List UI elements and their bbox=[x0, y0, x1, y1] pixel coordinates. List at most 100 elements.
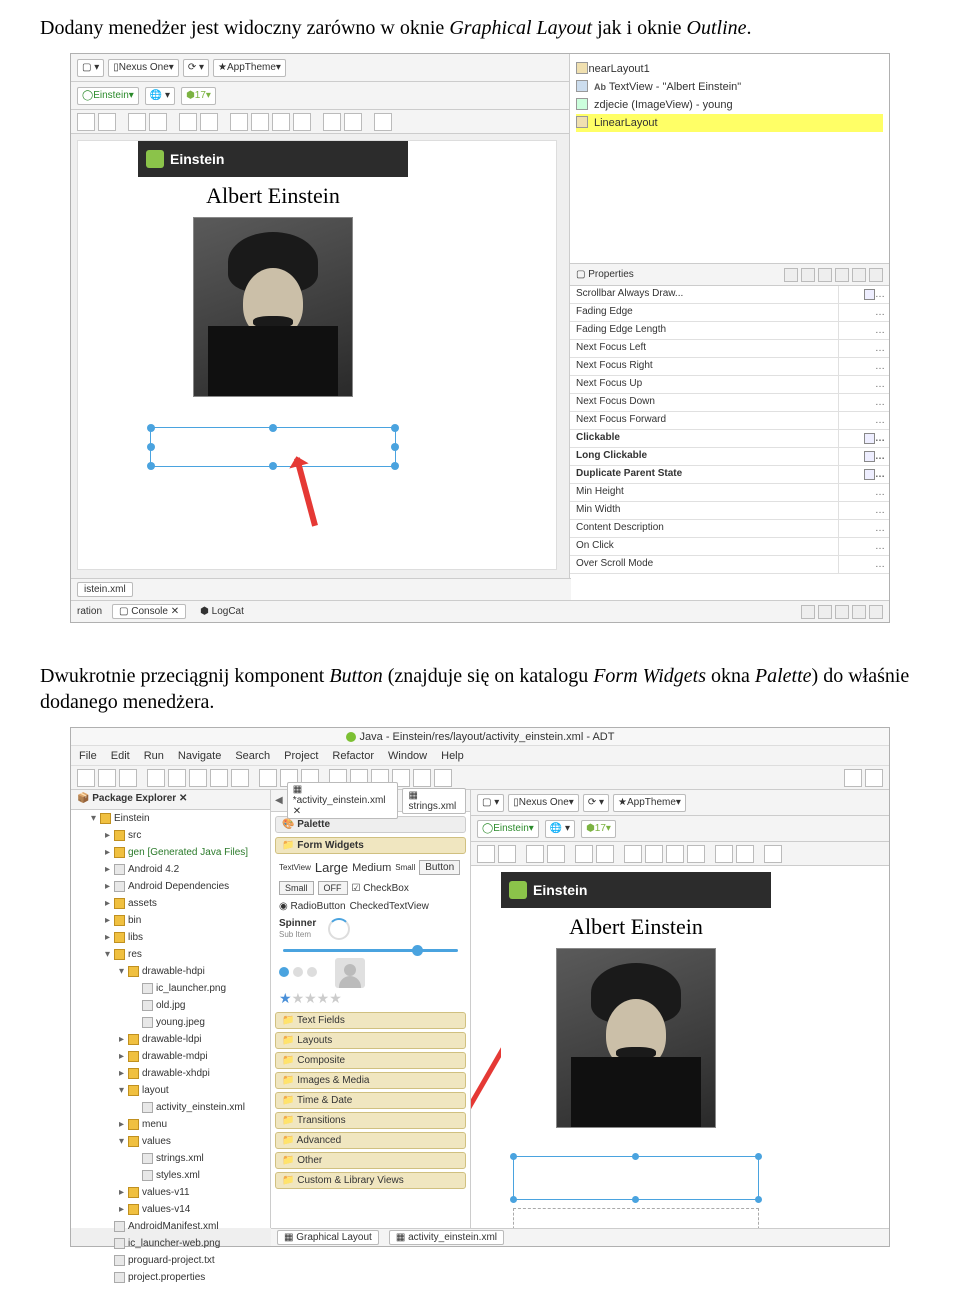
layout-icon[interactable] bbox=[149, 113, 167, 131]
property-row[interactable]: Over Scroll Mode… bbox=[570, 556, 889, 574]
palette-widget[interactable]: Medium bbox=[352, 862, 391, 874]
tree-item[interactable]: ▾values bbox=[71, 1133, 270, 1150]
tree-item[interactable]: ▸values-v11 bbox=[71, 1184, 270, 1201]
layout-icon[interactable] bbox=[77, 113, 95, 131]
tree-item[interactable]: ▸assets bbox=[71, 895, 270, 912]
tree-item[interactable]: ▸drawable-xhdpi bbox=[71, 1065, 270, 1082]
drop-zone[interactable] bbox=[513, 1208, 759, 1228]
menu-item[interactable]: Project bbox=[284, 750, 318, 762]
menu-item[interactable]: Edit bbox=[111, 750, 130, 762]
tree-item[interactable]: ▸gen [Generated Java Files] bbox=[71, 844, 270, 861]
console-icon[interactable] bbox=[869, 605, 883, 619]
layout-icon[interactable] bbox=[596, 845, 614, 863]
layout-icon[interactable] bbox=[128, 113, 146, 131]
layout-icon[interactable] bbox=[477, 845, 495, 863]
xml-tab[interactable]: ▦ activity_einstein.xml bbox=[389, 1230, 504, 1245]
property-row[interactable]: On Click… bbox=[570, 538, 889, 556]
tree-item[interactable]: ▸libs bbox=[71, 929, 270, 946]
palette-category[interactable]: 📁 Layouts bbox=[275, 1032, 466, 1049]
property-row[interactable]: Next Focus Left… bbox=[570, 340, 889, 358]
tree-item[interactable]: strings.xml bbox=[71, 1150, 270, 1167]
property-row[interactable]: Content Description… bbox=[570, 520, 889, 538]
layout-icon[interactable] bbox=[666, 845, 684, 863]
palette-category[interactable]: 📁 Transitions bbox=[275, 1112, 466, 1129]
toolbar-icon[interactable] bbox=[865, 769, 883, 787]
prop-tool-icon[interactable] bbox=[835, 268, 849, 282]
tree-item[interactable]: ▾drawable-hdpi bbox=[71, 963, 270, 980]
property-row[interactable]: Min Width… bbox=[570, 502, 889, 520]
toolbar-icon[interactable] bbox=[210, 769, 228, 787]
tree-item[interactable]: ▸bin bbox=[71, 912, 270, 929]
editor-tab[interactable]: istein.xml bbox=[77, 582, 133, 597]
layout-icon[interactable] bbox=[575, 845, 593, 863]
menu-item[interactable]: Window bbox=[388, 750, 427, 762]
layout-icon[interactable] bbox=[736, 845, 754, 863]
layout-icon[interactable] bbox=[200, 113, 218, 131]
layout-icon[interactable] bbox=[374, 113, 392, 131]
selected-linearlayout[interactable] bbox=[150, 427, 396, 467]
prop-tool-icon[interactable] bbox=[852, 268, 866, 282]
layout-icon[interactable] bbox=[251, 113, 269, 131]
toolbar-icon[interactable] bbox=[147, 769, 165, 787]
console-tab[interactable]: ▢ Console ✕ bbox=[112, 604, 186, 619]
palette-widget[interactable]: TextView bbox=[279, 863, 311, 872]
palette-category[interactable]: 📁 Time & Date bbox=[275, 1092, 466, 1109]
tree-item[interactable]: AndroidManifest.xml bbox=[71, 1218, 270, 1235]
palette-widget[interactable]: ◉ RadioButton bbox=[279, 901, 346, 912]
locale-button[interactable]: 🌐 ▾ bbox=[145, 87, 175, 105]
activity-select[interactable]: ◯ Einstein ▾ bbox=[77, 87, 139, 105]
toolbar-icon[interactable] bbox=[189, 769, 207, 787]
tree-item[interactable]: ic_launcher.png bbox=[71, 980, 270, 997]
palette-widget[interactable]: Small bbox=[395, 863, 415, 872]
palette-category[interactable]: 📁 Advanced bbox=[275, 1132, 466, 1149]
graphical-layout-tab[interactable]: ▦ Graphical Layout bbox=[277, 1230, 379, 1245]
property-row[interactable]: Min Height… bbox=[570, 484, 889, 502]
tree-item[interactable]: old.jpg bbox=[71, 997, 270, 1014]
prop-tool-icon[interactable] bbox=[869, 268, 883, 282]
property-row[interactable]: Clickable… bbox=[570, 430, 889, 448]
toolbar-icon[interactable] bbox=[259, 769, 277, 787]
property-row[interactable]: Long Clickable… bbox=[570, 448, 889, 466]
menu-item[interactable]: Navigate bbox=[178, 750, 221, 762]
tree-item[interactable]: ▾layout bbox=[71, 1082, 270, 1099]
toolbar-icon[interactable] bbox=[168, 769, 186, 787]
layout-icon[interactable] bbox=[687, 845, 705, 863]
design-canvas[interactable]: Einstein Albert Einstein bbox=[77, 140, 557, 570]
property-row[interactable]: Fading Edge Length… bbox=[570, 322, 889, 340]
layout-icon[interactable] bbox=[272, 113, 290, 131]
locale-button[interactable]: 🌐 ▾ bbox=[545, 820, 575, 838]
palette-category[interactable]: 📁 Custom & Library Views bbox=[275, 1172, 466, 1189]
editor-tab[interactable]: ▦ strings.xml bbox=[402, 788, 466, 814]
tree-item[interactable]: project.properties bbox=[71, 1269, 270, 1286]
property-row[interactable]: Next Focus Right… bbox=[570, 358, 889, 376]
theme-select[interactable]: ★ AppTheme ▾ bbox=[613, 794, 686, 812]
prop-tool-icon[interactable] bbox=[801, 268, 815, 282]
palette-category[interactable]: 📁 Form Widgets bbox=[275, 837, 466, 854]
api-select[interactable]: ⬢ 17 ▾ bbox=[581, 820, 616, 838]
palette-category[interactable]: 📁 Images & Media bbox=[275, 1072, 466, 1089]
layout-icon[interactable] bbox=[764, 845, 782, 863]
toolbar-icon[interactable] bbox=[844, 769, 862, 787]
tree-item[interactable]: ▸values-v14 bbox=[71, 1201, 270, 1218]
layout-icon[interactable] bbox=[230, 113, 248, 131]
outline-item-selected[interactable]: LinearLayout bbox=[576, 114, 883, 132]
console-icon[interactable] bbox=[818, 605, 832, 619]
console-tab[interactable]: ration bbox=[77, 606, 102, 617]
toolbar-icon[interactable] bbox=[98, 769, 116, 787]
tree-item[interactable]: activity_einstein.xml bbox=[71, 1099, 270, 1116]
toolbar-icon[interactable] bbox=[77, 769, 95, 787]
layout-icon[interactable] bbox=[344, 113, 362, 131]
layout-icon[interactable] bbox=[526, 845, 544, 863]
palette-widget-button[interactable]: Button bbox=[419, 860, 460, 875]
orientation-button[interactable]: ⟳ ▾ bbox=[583, 794, 609, 812]
outline-item[interactable]: LinearLayout1 bbox=[576, 60, 883, 78]
layout-icon[interactable] bbox=[645, 845, 663, 863]
palette-category[interactable]: 📁 Other bbox=[275, 1152, 466, 1169]
menu-item[interactable]: Search bbox=[235, 750, 270, 762]
palette-category[interactable]: 📁 Text Fields bbox=[275, 1012, 466, 1029]
layout-icon[interactable] bbox=[293, 113, 311, 131]
menu-item[interactable]: Help bbox=[441, 750, 464, 762]
menu-item[interactable]: File bbox=[79, 750, 97, 762]
tree-item[interactable]: ▸drawable-ldpi bbox=[71, 1031, 270, 1048]
design-canvas[interactable]: Einstein Albert Einstein bbox=[471, 866, 889, 1228]
